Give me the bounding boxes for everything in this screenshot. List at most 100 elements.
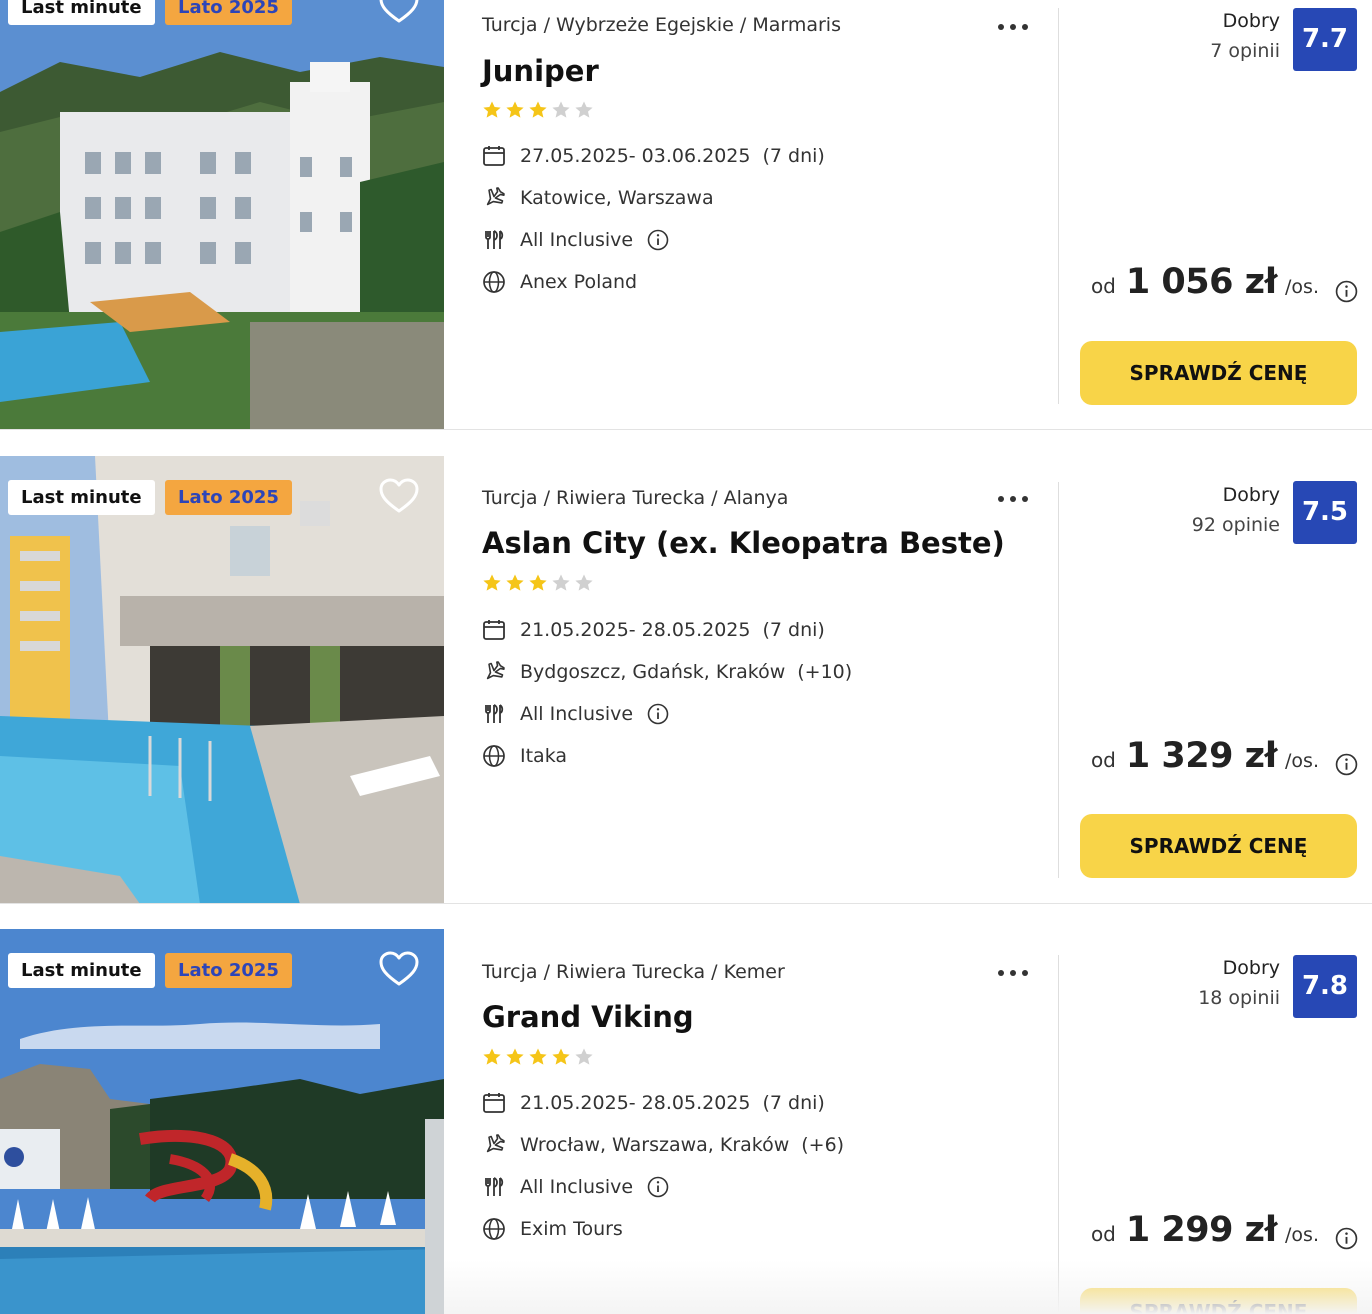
globe-icon xyxy=(483,271,505,293)
price-prefix: od xyxy=(1090,1222,1116,1246)
star-filled-icon xyxy=(506,101,524,118)
departures-extra[interactable]: (+6) xyxy=(801,1134,844,1156)
star-filled-icon xyxy=(483,1048,501,1065)
star-filled-icon xyxy=(529,574,547,591)
dates-text: 21.05.2025- 28.05.2025 xyxy=(520,1092,751,1114)
destination-breadcrumb[interactable]: Turcja / Riwiera Turecka / Kemer xyxy=(482,961,785,983)
departures-text: Katowice, Warszawa xyxy=(520,187,714,209)
rating-label: Dobry xyxy=(1222,484,1280,506)
price-amount: 1 329 zł xyxy=(1125,736,1278,776)
divider xyxy=(1058,482,1059,878)
check-price-button[interactable]: SPRAWDŹ CENĘ xyxy=(1080,341,1357,405)
hotel-photo-image xyxy=(0,0,444,430)
hotel-stars xyxy=(482,1047,594,1067)
destination-breadcrumb[interactable]: Turcja / Wybrzeże Egejskie / Marmaris xyxy=(482,14,841,36)
calendar-icon xyxy=(483,620,505,640)
globe-icon xyxy=(483,1218,505,1240)
star-filled-icon xyxy=(506,1048,524,1065)
info-circle-icon[interactable] xyxy=(1335,753,1358,776)
three-dots-icon[interactable] xyxy=(996,960,1030,986)
reviews-count[interactable]: 7 opinii xyxy=(1210,40,1280,62)
dates-row: 21.05.2025- 28.05.2025 (7 dni) xyxy=(482,618,825,642)
last-minute-badge: Last minute xyxy=(8,953,155,988)
departures-text: Wrocław, Warszawa, Kraków xyxy=(520,1134,790,1156)
star-filled-icon xyxy=(552,1048,570,1065)
rating-label: Dobry xyxy=(1222,10,1280,32)
info-circle-icon[interactable] xyxy=(647,229,669,251)
airplane-icon xyxy=(486,661,505,680)
last-minute-badge: Last minute xyxy=(8,0,155,25)
board-row: All Inclusive xyxy=(482,702,669,726)
hotel-photo[interactable] xyxy=(0,456,444,904)
destination-breadcrumb[interactable]: Turcja / Riwiera Turecka / Alanya xyxy=(482,487,788,509)
dates-text: 27.05.2025- 03.06.2025 xyxy=(520,145,751,167)
check-price-button[interactable]: SPRAWDŹ CENĘ xyxy=(1080,814,1357,878)
hotel-stars xyxy=(482,573,594,593)
info-circle-icon[interactable] xyxy=(647,703,669,725)
info-circle-icon[interactable] xyxy=(1335,1227,1358,1250)
rating-label: Dobry xyxy=(1222,957,1280,979)
divider xyxy=(1058,8,1059,404)
price-suffix: /os. xyxy=(1285,276,1319,298)
calendar-icon xyxy=(483,1093,505,1113)
dates-row: 27.05.2025- 03.06.2025 (7 dni) xyxy=(482,144,825,168)
last-minute-badge: Last minute xyxy=(8,480,155,515)
board-text: All Inclusive xyxy=(520,229,634,251)
offer-card[interactable]: Last minute Lato 2025 Turcja / Riwiera T… xyxy=(0,456,1372,904)
divider xyxy=(1058,955,1059,1314)
price-suffix: /os. xyxy=(1285,1224,1319,1246)
card-separator xyxy=(0,429,1372,430)
hotel-photo-image xyxy=(0,456,444,904)
heart-outline-icon[interactable] xyxy=(378,949,420,989)
star-empty-icon xyxy=(575,101,593,118)
hotel-name[interactable]: Grand Viking xyxy=(482,1000,694,1034)
price-suffix: /os. xyxy=(1285,750,1319,772)
season-badge: Lato 2025 xyxy=(165,480,292,515)
heart-outline-icon[interactable] xyxy=(378,476,420,516)
departures-text: Bydgoszcz, Gdańsk, Kraków xyxy=(520,661,786,683)
fork-knife-icon xyxy=(485,230,504,249)
price-prefix: od xyxy=(1090,274,1116,298)
three-dots-icon[interactable] xyxy=(996,486,1030,512)
star-empty-icon xyxy=(552,101,570,118)
star-filled-icon xyxy=(506,574,524,591)
reviews-count[interactable]: 18 opinii xyxy=(1198,987,1280,1009)
info-circle-icon[interactable] xyxy=(1335,280,1358,303)
star-filled-icon xyxy=(483,574,501,591)
season-badge: Lato 2025 xyxy=(165,0,292,25)
three-dots-icon[interactable] xyxy=(996,14,1030,40)
dates-text: 21.05.2025- 28.05.2025 xyxy=(520,619,751,641)
operator-row: Exim Tours xyxy=(482,1217,623,1241)
price-amount: 1 056 zł xyxy=(1125,262,1278,302)
price: od 1 056 zł /os. xyxy=(1091,262,1319,302)
dates-row: 21.05.2025- 28.05.2025 (7 dni) xyxy=(482,1091,825,1115)
star-filled-icon xyxy=(529,1048,547,1065)
departures-extra[interactable]: (+10) xyxy=(797,661,852,683)
star-empty-icon xyxy=(552,574,570,591)
calendar-icon xyxy=(483,146,505,166)
operator-text: Itaka xyxy=(520,745,568,767)
star-empty-icon xyxy=(575,574,593,591)
hotel-photo[interactable] xyxy=(0,0,444,430)
globe-icon xyxy=(483,745,505,767)
star-filled-icon xyxy=(529,101,547,118)
hotel-stars xyxy=(482,100,594,120)
offer-card[interactable]: Last minute Lato 2025 Turcja / Wybrzeże … xyxy=(0,0,1372,430)
duration-text: (7 dni) xyxy=(762,145,825,167)
offer-card[interactable]: Last minute Lato 2025 Turcja / Riwiera T… xyxy=(0,929,1372,1314)
board-row: All Inclusive xyxy=(482,228,669,252)
fork-knife-icon xyxy=(485,1177,504,1196)
star-empty-icon xyxy=(575,1048,593,1065)
reviews-count[interactable]: 92 opinie xyxy=(1192,514,1280,536)
info-circle-icon[interactable] xyxy=(647,1176,669,1198)
heart-outline-icon[interactable] xyxy=(378,0,420,26)
price-amount: 1 299 zł xyxy=(1125,1210,1278,1250)
hotel-name[interactable]: Aslan City (ex. Kleopatra Beste) xyxy=(482,526,1005,560)
operator-text: Exim Tours xyxy=(520,1218,623,1240)
airplane-icon xyxy=(486,1134,505,1153)
hotel-name[interactable]: Juniper xyxy=(482,54,599,88)
check-price-button[interactable]: SPRAWDŹ CENĘ xyxy=(1080,1288,1357,1314)
departures-row: Katowice, Warszawa xyxy=(482,186,726,210)
duration-text: (7 dni) xyxy=(762,1092,825,1114)
star-filled-icon xyxy=(483,101,501,118)
